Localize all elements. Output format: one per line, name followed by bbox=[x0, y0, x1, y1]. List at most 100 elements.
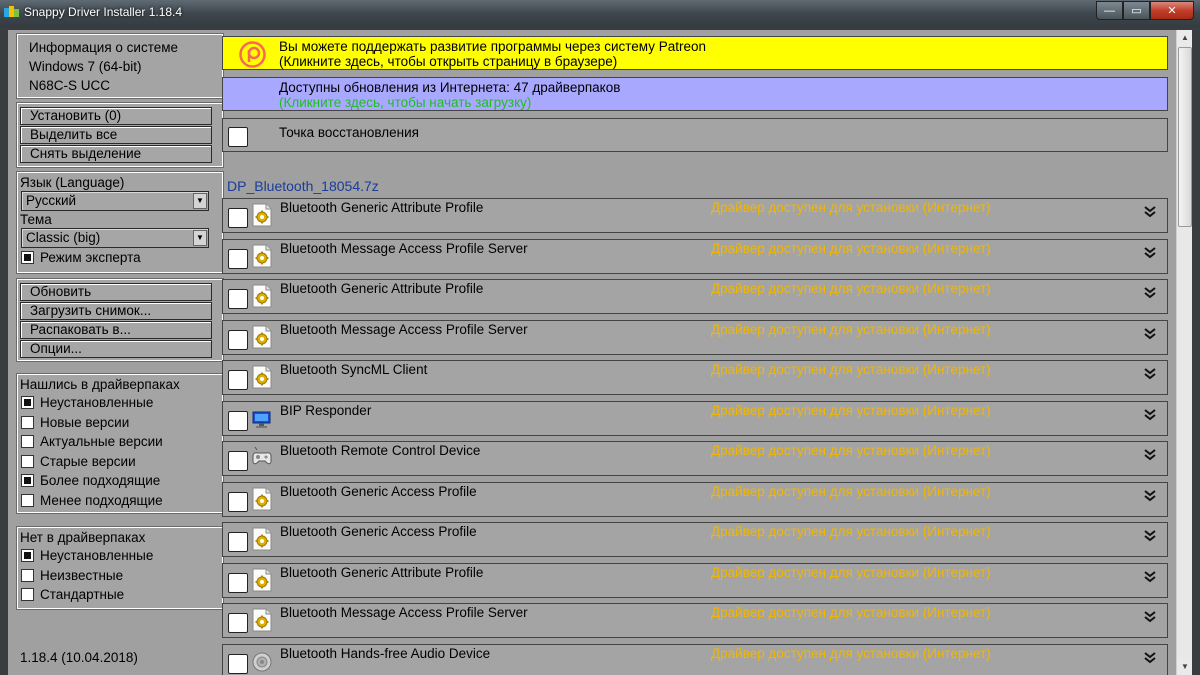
driver-status: Драйвер доступен для установки (Интернет… bbox=[711, 605, 991, 620]
driver-name: Bluetooth Hands-free Audio Device bbox=[280, 645, 491, 661]
checkbox-icon[interactable] bbox=[21, 549, 34, 563]
expand-chevron-icon[interactable] bbox=[1144, 287, 1156, 299]
driver-row[interactable]: Bluetooth Message Access Profile Server Д… bbox=[222, 319, 1168, 355]
filter-checkbox[interactable]: Менее подходящие bbox=[18, 491, 222, 511]
scroll-down-icon[interactable]: ▼ bbox=[1177, 659, 1192, 675]
driver-row[interactable]: Bluetooth Message Access Profile Server Д… bbox=[222, 238, 1168, 274]
driver-checkbox[interactable] bbox=[228, 613, 248, 633]
driver-status: Драйвер доступен для установки (Интернет… bbox=[711, 240, 991, 256]
scroll-up-icon[interactable]: ▲ bbox=[1177, 30, 1192, 46]
restore-point-checkbox[interactable] bbox=[228, 127, 248, 147]
driver-name: Bluetooth Generic Attribute Profile bbox=[280, 564, 484, 580]
expand-chevron-icon[interactable] bbox=[1144, 368, 1156, 380]
language-select[interactable]: Русский ▼ bbox=[21, 191, 209, 211]
patreon-icon bbox=[239, 41, 266, 68]
driver-checkbox[interactable] bbox=[228, 289, 248, 309]
expand-chevron-icon[interactable] bbox=[1144, 489, 1156, 502]
extract-to-button[interactable]: Распаковать в... bbox=[20, 321, 212, 339]
select-all-button[interactable]: Выделить все bbox=[20, 126, 212, 144]
driver-row[interactable]: Bluetooth Generic Access Profile Драйвер … bbox=[222, 481, 1168, 517]
title-bar[interactable]: Snappy Driver Installer 1.18.4 — ▭ ✕ bbox=[0, 0, 1200, 27]
driver-checkbox[interactable] bbox=[228, 410, 248, 431]
filter-checkbox[interactable]: Новые версии bbox=[18, 413, 222, 433]
filter-label: Стандартные bbox=[40, 587, 125, 603]
driver-checkbox[interactable] bbox=[228, 208, 248, 228]
expand-chevron-icon[interactable] bbox=[1144, 651, 1156, 664]
driver-row[interactable]: Bluetooth Remote Control Device Драйвер д… bbox=[222, 441, 1168, 476]
close-button[interactable]: ✕ bbox=[1150, 1, 1194, 20]
driver-checkbox[interactable] bbox=[228, 572, 248, 593]
theme-label: Тема bbox=[20, 212, 52, 227]
driver-checkbox[interactable] bbox=[228, 248, 248, 269]
dropdown-arrow-icon[interactable]: ▼ bbox=[193, 230, 207, 246]
theme-select[interactable]: Classic (big) ▼ bbox=[21, 228, 209, 248]
checkbox-icon[interactable] bbox=[21, 493, 34, 507]
driver-row[interactable]: BIP Responder Драйвер доступен для устано… bbox=[222, 400, 1168, 436]
driver-checkbox[interactable] bbox=[228, 491, 248, 512]
expert-mode-label: Режим эксперта bbox=[40, 250, 141, 266]
filter-label: Неизвестные bbox=[40, 567, 124, 583]
checkbox-icon[interactable] bbox=[21, 588, 34, 602]
driver-status: Драйвер доступен для установки (Интернет… bbox=[711, 321, 991, 337]
checkbox-icon[interactable] bbox=[21, 396, 34, 410]
driver-row[interactable]: Bluetooth Generic Attribute Profile Драйв… bbox=[222, 198, 1168, 233]
missing-filters-title: Нет в драйверпаках bbox=[20, 530, 146, 545]
scrollbar-thumb[interactable] bbox=[1178, 47, 1192, 227]
driver-row[interactable]: Bluetooth Generic Attribute Profile Драйв… bbox=[222, 279, 1168, 314]
filter-checkbox[interactable]: Более подходящие bbox=[18, 471, 222, 491]
driver-status: Драйвер доступен для установки (Интернет… bbox=[711, 645, 991, 661]
patreon-banner[interactable]: Вы можете поддержать развитие программы … bbox=[222, 36, 1168, 70]
update-banner[interactable]: Доступны обновления из Интернета: 47 дра… bbox=[222, 77, 1168, 111]
expand-chevron-icon[interactable] bbox=[1144, 449, 1156, 461]
install-button[interactable]: Установить (0) bbox=[20, 107, 212, 125]
minimize-button[interactable]: — bbox=[1096, 1, 1123, 20]
expand-chevron-icon[interactable] bbox=[1144, 570, 1156, 583]
filter-checkbox[interactable]: Неустановленные bbox=[18, 393, 222, 413]
driver-checkbox[interactable] bbox=[228, 532, 248, 552]
driver-checkbox[interactable] bbox=[228, 329, 248, 350]
expand-chevron-icon[interactable] bbox=[1144, 327, 1156, 340]
language-value: Русский bbox=[26, 193, 77, 208]
missing-filters-panel: Нет в драйверпаках Неустановленные Неизве… bbox=[16, 526, 224, 610]
checkbox-icon[interactable] bbox=[21, 568, 34, 582]
dropdown-arrow-icon[interactable]: ▼ bbox=[193, 193, 207, 209]
system-info-panel[interactable]: Информация о системе Windows 7 (64-bit) … bbox=[16, 33, 224, 99]
expand-chevron-icon[interactable] bbox=[1144, 408, 1156, 421]
checkbox-icon[interactable] bbox=[21, 474, 34, 488]
driver-row[interactable]: Bluetooth Message Access Profile Server Д… bbox=[222, 603, 1168, 638]
deselect-button[interactable]: Снять выделение bbox=[20, 145, 212, 163]
driverpack-title[interactable]: DP_Bluetooth_18054.7z bbox=[227, 178, 379, 194]
filter-checkbox[interactable]: Старые версии bbox=[18, 452, 222, 472]
driver-row[interactable]: Bluetooth Generic Access Profile Драйвер … bbox=[222, 522, 1168, 557]
checkbox-icon[interactable] bbox=[21, 251, 34, 265]
driver-list-area: Вы можете поддержать развитие программы … bbox=[222, 34, 1169, 675]
filter-checkbox[interactable]: Неизвестные bbox=[18, 566, 222, 586]
driver-checkbox[interactable] bbox=[228, 653, 248, 674]
filter-checkbox[interactable]: Стандартные bbox=[18, 585, 222, 605]
driver-checkbox[interactable] bbox=[228, 370, 248, 390]
maximize-button[interactable]: ▭ bbox=[1123, 1, 1150, 20]
load-snapshot-button[interactable]: Загрузить снимок... bbox=[20, 302, 212, 320]
os-version: Windows 7 (64-bit) bbox=[29, 59, 142, 74]
checkbox-icon[interactable] bbox=[21, 435, 34, 449]
expand-chevron-icon[interactable] bbox=[1144, 246, 1156, 259]
expand-chevron-icon[interactable] bbox=[1144, 206, 1156, 218]
driver-row[interactable]: Bluetooth Hands-free Audio Device Драйвер… bbox=[222, 643, 1168, 675]
refresh-button[interactable]: Обновить bbox=[20, 283, 212, 301]
expand-chevron-icon[interactable] bbox=[1144, 530, 1156, 542]
speaker-icon bbox=[251, 649, 273, 673]
checkbox-icon[interactable] bbox=[21, 454, 34, 468]
filter-checkbox[interactable]: Неустановленные bbox=[18, 546, 222, 566]
checkbox-icon[interactable] bbox=[21, 415, 34, 429]
driver-name: Bluetooth Message Access Profile Server bbox=[280, 605, 528, 620]
expand-chevron-icon[interactable] bbox=[1144, 611, 1156, 623]
driver-status: Драйвер доступен для установки (Интернет… bbox=[711, 483, 991, 499]
restore-point-row[interactable]: Точка восстановления bbox=[222, 118, 1168, 152]
driver-row[interactable]: Bluetooth SyncML Client Драйвер доступен … bbox=[222, 360, 1168, 395]
driver-row[interactable]: Bluetooth Generic Attribute Profile Драйв… bbox=[222, 562, 1168, 598]
options-button[interactable]: Опции... bbox=[20, 340, 212, 358]
driver-checkbox[interactable] bbox=[228, 451, 248, 471]
filter-checkbox[interactable]: Актуальные версии bbox=[18, 432, 222, 452]
expert-mode-checkbox[interactable]: Режим эксперта bbox=[18, 248, 222, 268]
vertical-scrollbar[interactable]: ▲ ▼ bbox=[1176, 30, 1192, 675]
